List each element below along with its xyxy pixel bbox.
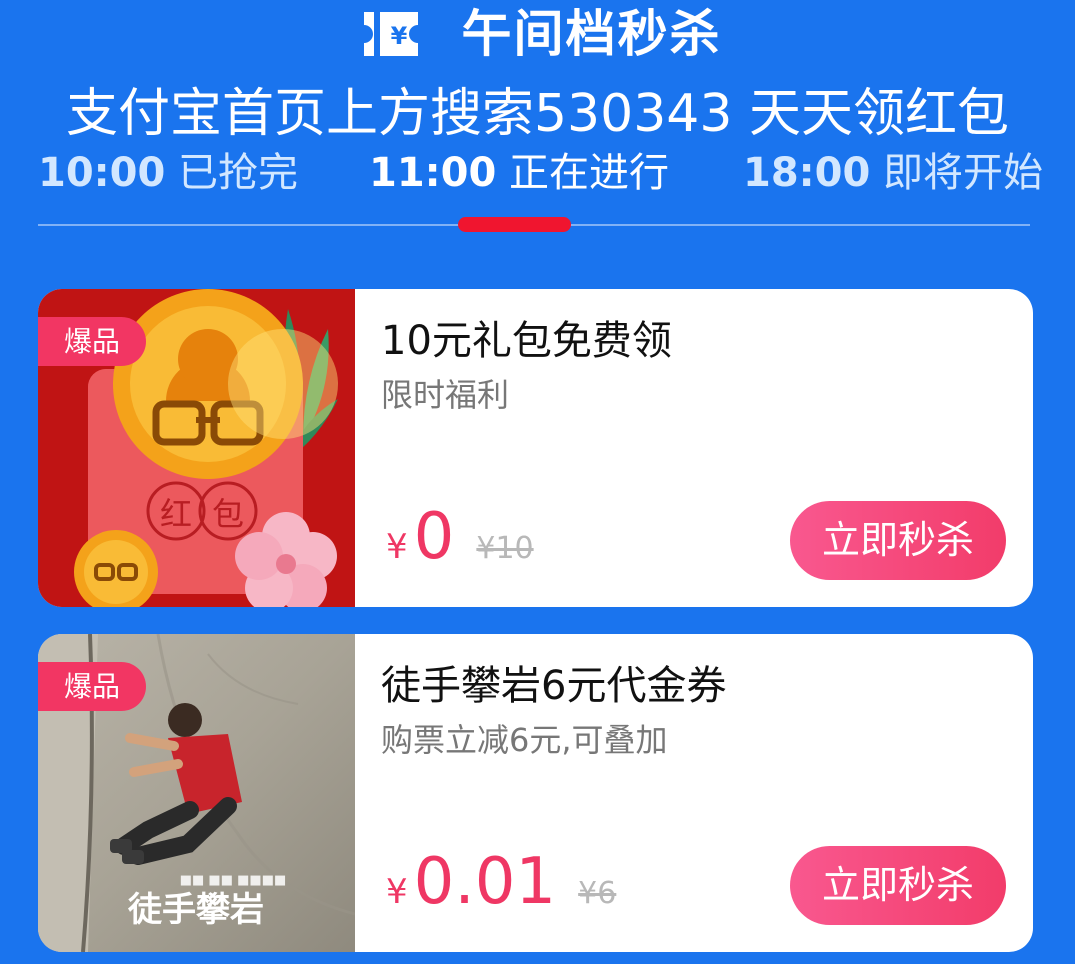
tab-time: 18:00 [743,150,871,196]
active-tab-indicator [458,217,571,232]
poster-title: 徒手攀岩 [127,890,264,930]
price-row: ¥0.01 ¥6 [386,842,616,922]
tab-10-00[interactable]: 10:00 已抢完 [38,146,298,200]
envelope-char-2: 包 [212,495,244,533]
deal-title: 徒手攀岩6元代金券 [381,663,727,709]
svg-text:¥: ¥ [390,22,407,50]
deal-title: 10元礼包免费领 [381,318,672,364]
currency-symbol: ¥ [386,872,408,912]
original-price: ¥6 [578,876,617,911]
original-price: ¥10 [476,531,534,566]
promo-text: 支付宝首页上方搜索530343 天天领红包 [65,84,1010,144]
ticket-yuan-icon: ¥ [363,12,418,56]
tab-status: 已抢完 [178,150,299,196]
hot-badge: 爆品 [38,317,146,366]
deal-subtitle: 购票立减6元,可叠加 [381,721,668,759]
deal-card[interactable]: ■■ ■■ ■■■■ 徒手攀岩 爆品 徒手攀岩6元代金券 购票立减6元,可叠加 … [38,634,1033,952]
deal-card[interactable]: 红 包 爆品 10元礼包免费领 限时福利 ¥0 ¥10 立即秒杀 [38,289,1033,607]
tab-time: 10:00 [38,150,166,196]
tab-status: 正在进行 [509,150,670,196]
deal-price: 0.01 [413,845,557,919]
tab-11-00[interactable]: 11:00 正在进行 [369,146,669,200]
seckill-button[interactable]: 立即秒杀 [790,501,1006,580]
deal-subtitle: 限时福利 [381,376,510,414]
currency-symbol: ¥ [386,527,408,567]
deal-price: 0 [413,500,455,574]
price-row: ¥0 ¥10 [386,497,534,577]
time-tabs: 10:00 已抢完 11:00 正在进行 18:00 即将开始 [0,146,1075,200]
poster-caption: ■■ ■■ ■■■■ [180,873,287,888]
tab-status: 即将开始 [883,150,1044,196]
seckill-button[interactable]: 立即秒杀 [790,846,1006,925]
hot-badge: 爆品 [38,662,146,711]
header: ¥ 午间档秒杀 [0,4,1075,64]
tab-18-00[interactable]: 18:00 即将开始 [743,146,1043,200]
envelope-char-1: 红 [160,495,192,533]
page-title: 午间档秒杀 [461,5,722,63]
tab-time: 11:00 [369,150,497,196]
